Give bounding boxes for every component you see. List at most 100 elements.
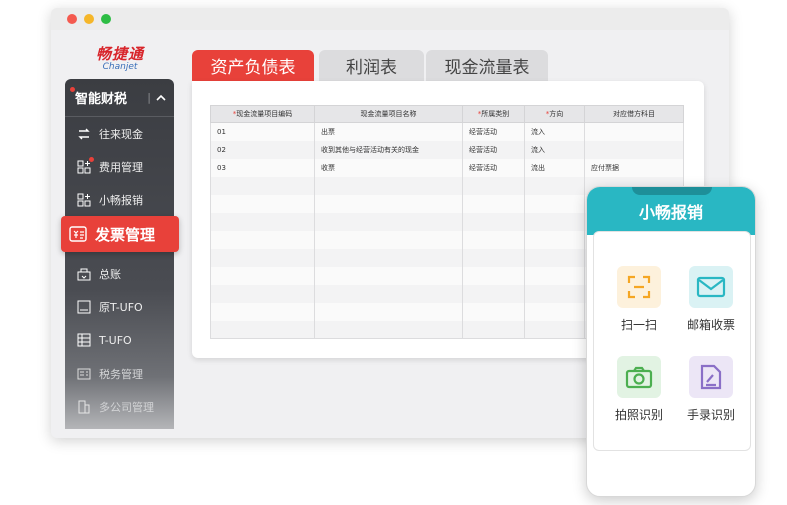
- table-cell-empty[interactable]: [210, 176, 315, 195]
- table-row[interactable]: 03 收票 经营活动 流出 应付票据: [210, 158, 684, 177]
- sidebar-item-general-ledger[interactable]: 总账: [65, 259, 174, 289]
- mail-icon: [689, 266, 733, 308]
- sidebar-item-tax-management[interactable]: 税务管理: [65, 359, 174, 389]
- cell-name[interactable]: 收票: [314, 158, 463, 177]
- mobile-actions-card: 扫一扫 邮箱收票 拍照识别 手录识别: [593, 231, 751, 451]
- sidebar-header[interactable]: 智能财税 |: [65, 79, 174, 117]
- cell-name[interactable]: 出票: [314, 122, 463, 141]
- column-header-category: *所属类别: [462, 105, 525, 123]
- sidebar-item-label: 多公司管理: [99, 401, 154, 414]
- divider: |: [147, 91, 151, 104]
- cell-code[interactable]: 02: [210, 140, 315, 159]
- table-cell-empty[interactable]: [524, 176, 585, 195]
- table-cell-empty[interactable]: [524, 230, 585, 249]
- table-cell-empty[interactable]: [210, 194, 315, 213]
- tab-income-statement[interactable]: 利润表: [319, 50, 424, 81]
- action-mail-receipt[interactable]: 邮箱收票: [680, 266, 742, 333]
- table-cell-empty[interactable]: [462, 284, 525, 303]
- table-cell-empty[interactable]: [314, 302, 463, 321]
- table-cell-empty[interactable]: [462, 302, 525, 321]
- mobile-phone-preview: 小畅报销 扫一扫 邮箱收票 拍照识别 手录识别: [586, 186, 756, 497]
- column-header-code: *现金流量项目编码: [210, 105, 315, 123]
- table-cell-empty[interactable]: [210, 212, 315, 231]
- cell-debit-account[interactable]: 应付票据: [584, 158, 684, 177]
- sidebar-item-label: 小畅报销: [99, 194, 143, 207]
- tax-icon: [77, 367, 91, 381]
- sidebar-item-label: 发票管理: [95, 225, 156, 244]
- notification-dot: [89, 157, 94, 162]
- table-cell-empty[interactable]: [462, 320, 525, 339]
- building-icon: [77, 400, 91, 414]
- sidebar-item-xiaochang-reimbursement[interactable]: 小畅报销: [65, 185, 174, 215]
- table-cell-empty[interactable]: [210, 284, 315, 303]
- grid-add-icon: [77, 193, 91, 207]
- sidebar-item-original-t-ufo[interactable]: 原T-UFO: [65, 292, 174, 322]
- table-cell-empty[interactable]: [524, 320, 585, 339]
- minimize-window-button[interactable]: [84, 14, 94, 24]
- sidebar-item-expense-management[interactable]: 费用管理: [65, 152, 174, 182]
- table-row[interactable]: 01 出票 经营活动 流入: [210, 122, 684, 141]
- table-cell-empty[interactable]: [524, 248, 585, 267]
- cell-direction[interactable]: 流出: [524, 158, 585, 177]
- table-cell-empty[interactable]: [314, 230, 463, 249]
- table-cell-empty[interactable]: [210, 320, 315, 339]
- table-row[interactable]: 02 收到其他与经营活动有关的现金 经营活动 流入: [210, 140, 684, 159]
- cell-debit-account[interactable]: [584, 122, 684, 141]
- maximize-window-button[interactable]: [101, 14, 111, 24]
- invoice-icon: [69, 225, 87, 243]
- table-cell-empty[interactable]: [524, 212, 585, 231]
- table-cell-empty[interactable]: [314, 266, 463, 285]
- cell-category[interactable]: 经营活动: [462, 158, 525, 177]
- sidebar-item-t-ufo[interactable]: T-UFO: [65, 325, 174, 355]
- table-cell-empty[interactable]: [210, 302, 315, 321]
- table-cell-empty[interactable]: [524, 302, 585, 321]
- brand-name-cn: 畅捷通: [95, 45, 144, 63]
- table-cell-empty[interactable]: [210, 266, 315, 285]
- table-cell-empty[interactable]: [210, 230, 315, 249]
- table-header-row: *现金流量项目编码 现金流量项目名称 *所属类别 *方向 对应借方科目: [210, 105, 684, 123]
- table-cell-empty[interactable]: [462, 266, 525, 285]
- cell-code[interactable]: 03: [210, 158, 315, 177]
- cell-debit-account[interactable]: [584, 140, 684, 159]
- table-cell-empty[interactable]: [462, 230, 525, 249]
- table-cell-empty[interactable]: [314, 212, 463, 231]
- cell-direction[interactable]: 流入: [524, 122, 585, 141]
- brand-logo: 畅捷通 Chanjet: [84, 46, 156, 72]
- sidebar-item-multi-company[interactable]: 多公司管理: [65, 392, 174, 422]
- sidebar-item-receivables-cash[interactable]: 往来现金: [65, 119, 174, 149]
- stage: 畅捷通 Chanjet 智能财税 | 往来现金 费用管理 小畅报销 总账 原T-…: [0, 0, 787, 505]
- close-window-button[interactable]: [67, 14, 77, 24]
- table-cell-empty[interactable]: [210, 248, 315, 267]
- cell-category[interactable]: 经营活动: [462, 140, 525, 159]
- table-cell-empty[interactable]: [314, 320, 463, 339]
- table-cell-empty[interactable]: [462, 212, 525, 231]
- collapse-control[interactable]: |: [147, 91, 166, 104]
- table-cell-empty[interactable]: [462, 194, 525, 213]
- sidebar-item-invoice-management[interactable]: 发票管理: [61, 216, 179, 252]
- table-cell-empty[interactable]: [314, 176, 463, 195]
- table-cell-empty[interactable]: [462, 248, 525, 267]
- table-cell-empty[interactable]: [524, 266, 585, 285]
- table-cell-empty[interactable]: [524, 194, 585, 213]
- cell-name[interactable]: 收到其他与经营活动有关的现金: [314, 140, 463, 159]
- table-cell-empty[interactable]: [314, 194, 463, 213]
- action-label: 邮箱收票: [686, 318, 735, 332]
- action-photo-recognition[interactable]: 拍照识别: [608, 356, 670, 423]
- cell-direction[interactable]: 流入: [524, 140, 585, 159]
- manual-entry-icon: [689, 356, 733, 398]
- table-cell-empty[interactable]: [462, 176, 525, 195]
- table-cell-empty[interactable]: [524, 284, 585, 303]
- action-scan[interactable]: 扫一扫: [608, 266, 670, 333]
- brand-name-en: Chanjet: [102, 62, 138, 72]
- cell-category[interactable]: 经营活动: [462, 122, 525, 141]
- action-manual-entry[interactable]: 手录识别: [680, 356, 742, 423]
- notification-dot: [70, 87, 75, 92]
- table-cell-empty[interactable]: [314, 284, 463, 303]
- tab-balance-sheet[interactable]: 资产负债表: [192, 50, 314, 81]
- sidebar: 智能财税 | 往来现金 费用管理 小畅报销 总账 原T-UFO T-UFO 税务…: [65, 79, 174, 429]
- table-cell-empty[interactable]: [314, 248, 463, 267]
- sidebar-header-label: 智能财税: [75, 92, 128, 107]
- ufo-icon: [77, 300, 91, 314]
- tab-cash-flow-statement[interactable]: 现金流量表: [426, 50, 548, 81]
- cell-code[interactable]: 01: [210, 122, 315, 141]
